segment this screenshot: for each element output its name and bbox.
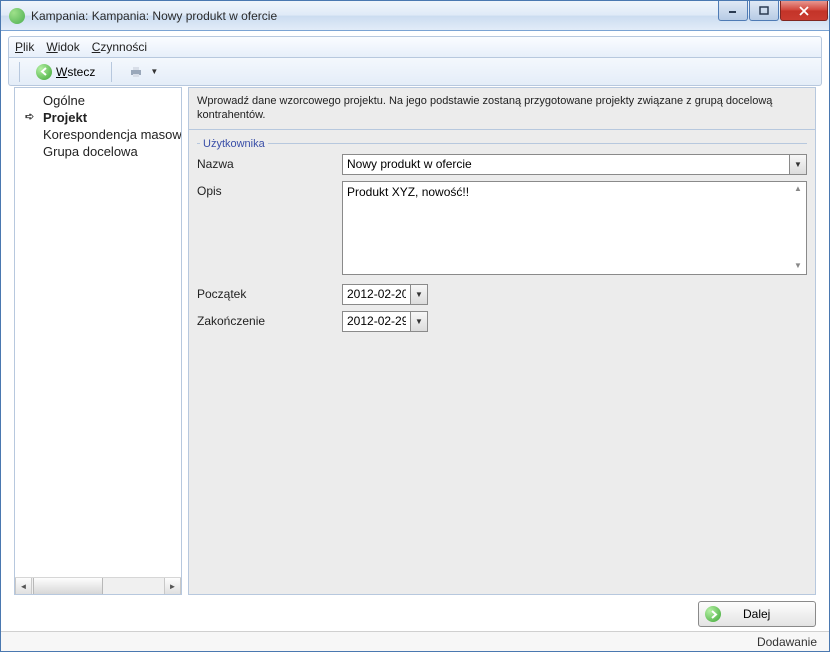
- scroll-thumb[interactable]: [33, 578, 103, 594]
- sidebar: Ogólne Projekt Korespondencja masowa Gru…: [14, 87, 182, 595]
- close-button[interactable]: [780, 1, 828, 21]
- window-title: Kampania: Kampania: Nowy produkt w oferc…: [31, 9, 277, 23]
- info-box: Wprowadź dane wzorcowego projektu. Na je…: [188, 87, 816, 130]
- desc-label: Opis: [197, 181, 342, 198]
- textarea-scroll-up-icon[interactable]: ▲: [790, 182, 806, 196]
- maximize-button[interactable]: [749, 1, 779, 21]
- scroll-left-icon[interactable]: ◄: [15, 578, 32, 594]
- end-date-input[interactable]: [342, 311, 410, 332]
- printer-icon: [128, 64, 144, 80]
- start-label: Początek: [197, 284, 342, 301]
- menubar: Plik Widok Czynności: [8, 36, 822, 58]
- back-button[interactable]: Wstecz: [32, 62, 99, 82]
- desc-textarea[interactable]: Produkt XYZ, nowość!!: [342, 181, 807, 275]
- end-date-dropdown-button[interactable]: ▼: [410, 311, 428, 332]
- print-dropdown[interactable]: ▼: [124, 62, 162, 82]
- start-date-input[interactable]: [342, 284, 410, 305]
- toolbar-separator: [19, 62, 20, 82]
- fieldset-legend: Użytkownika: [200, 138, 268, 150]
- titlebar: Kampania: Kampania: Nowy produkt w oferc…: [1, 1, 829, 31]
- toolbar-separator: [111, 62, 112, 82]
- button-row: Dalej: [14, 601, 816, 627]
- window-controls: [718, 1, 829, 30]
- next-button-label: Dalej: [743, 607, 770, 621]
- sidebar-item-project[interactable]: Projekt: [15, 109, 181, 126]
- minimize-button[interactable]: [718, 1, 748, 21]
- start-date-dropdown-button[interactable]: ▼: [410, 284, 428, 305]
- end-date-picker: ▼: [342, 311, 428, 332]
- toolbar: Wstecz ▼: [8, 58, 822, 86]
- name-label: Nazwa: [197, 154, 342, 171]
- fieldset-line: [197, 143, 807, 144]
- right-panel: Wprowadź dane wzorcowego projektu. Na je…: [188, 87, 816, 595]
- menu-view[interactable]: Widok: [46, 40, 79, 54]
- sidebar-item-general[interactable]: Ogólne: [15, 92, 181, 109]
- back-arrow-icon: [36, 64, 52, 80]
- sidebar-h-scrollbar[interactable]: ◄ ►: [15, 577, 181, 594]
- textarea-scroll-down-icon[interactable]: ▼: [790, 259, 806, 273]
- name-combo: ▼: [342, 154, 807, 175]
- menu-actions[interactable]: Czynności: [92, 40, 147, 54]
- sidebar-item-mass-correspondence[interactable]: Korespondencja masowa: [15, 126, 181, 143]
- status-text: Dodawanie: [757, 635, 817, 649]
- statusbar: Dodawanie: [1, 631, 829, 651]
- menu-file[interactable]: Plik: [15, 40, 34, 54]
- start-date-picker: ▼: [342, 284, 428, 305]
- forward-arrow-icon: [705, 606, 721, 622]
- form-area: Użytkownika Nazwa ▼ Opis Produkt XYZ, no…: [188, 130, 816, 595]
- name-dropdown-button[interactable]: ▼: [789, 154, 807, 175]
- chevron-down-icon: ▼: [150, 67, 158, 76]
- next-button[interactable]: Dalej: [698, 601, 816, 627]
- end-label: Zakończenie: [197, 311, 342, 328]
- name-input[interactable]: [342, 154, 789, 175]
- scroll-right-icon[interactable]: ►: [164, 578, 181, 594]
- nav-list: Ogólne Projekt Korespondencja masowa Gru…: [15, 88, 181, 577]
- sidebar-item-target-group[interactable]: Grupa docelowa: [15, 143, 181, 160]
- app-icon: [9, 8, 25, 24]
- content-area: Ogólne Projekt Korespondencja masowa Gru…: [14, 87, 816, 627]
